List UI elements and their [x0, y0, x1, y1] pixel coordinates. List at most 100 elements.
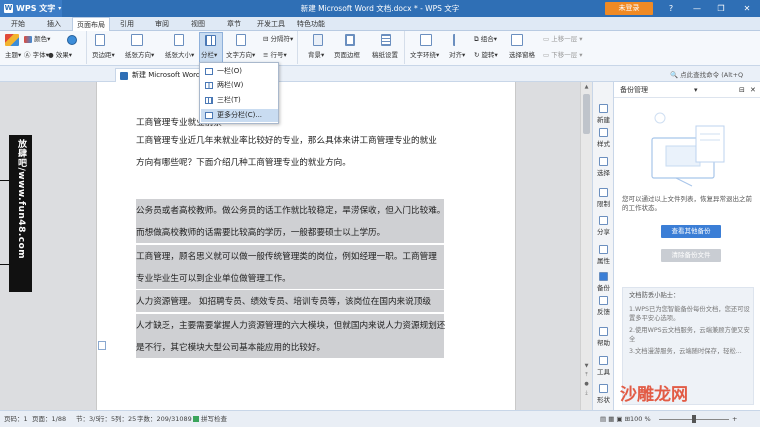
properties-icon	[599, 245, 608, 254]
word-count[interactable]: 字数：209/31089	[137, 411, 192, 427]
columns-button[interactable]: 分栏▾	[201, 51, 217, 60]
status-section: 节：3/5	[76, 415, 100, 423]
shapes-icon	[599, 384, 608, 393]
text-direction-icon	[236, 34, 246, 46]
colors-button[interactable]: 颜色▾	[24, 35, 50, 44]
menu-item-more-columns[interactable]: 更多分栏(C)...	[201, 109, 278, 122]
manuscript-icon	[381, 34, 391, 46]
tab-section[interactable]: 章节	[220, 17, 248, 31]
sidebar-item-help[interactable]: 帮助	[593, 327, 614, 347]
columns-dropdown-menu: 一栏(O) 两栏(W) 三栏(T) 更多分栏(C)...	[199, 62, 279, 124]
text-wrap-button[interactable]: 文字环绕▾	[410, 51, 439, 60]
margins-button[interactable]: 页边距▾	[92, 51, 115, 60]
sidebar-item-style[interactable]: 样式	[593, 128, 614, 148]
login-button[interactable]: 未登录	[605, 2, 653, 15]
doc-line: 专业毕业生可以到企业单位做管理工作。	[136, 274, 291, 284]
lock-icon	[599, 188, 608, 197]
banner-text: 放肆吧/www.fun48.com	[16, 139, 26, 260]
zoom-in-icon[interactable]: +	[732, 411, 737, 427]
command-search[interactable]: 🔍 点此查找命令 (Alt+Q	[670, 69, 743, 79]
page-border-icon	[345, 34, 355, 46]
minimize-button[interactable]: —	[690, 2, 704, 15]
status-page: 页码：1	[4, 415, 28, 423]
tab-references[interactable]: 引用	[113, 17, 141, 31]
doc-line: 工商管理，顾名思义就可以做一般传统管理类的岗位，例如经理一职。工商管理	[136, 252, 437, 262]
doc-line: 是不行，其它模块大型公司基本能应用的比较好。	[136, 343, 326, 353]
columns-icon	[205, 35, 216, 46]
scroll-up-icon[interactable]: ▲	[583, 84, 590, 90]
tab-page-layout[interactable]: 页面布局	[72, 17, 110, 32]
sidebar-item-share[interactable]: 分享	[593, 216, 614, 236]
backup-illustration	[651, 112, 725, 187]
menu-item-two-columns[interactable]: 两栏(W)	[201, 79, 278, 92]
paper-size-icon	[174, 34, 184, 46]
tab-view[interactable]: 视图	[184, 17, 212, 31]
rotate-button[interactable]: ↻ 旋转▾	[474, 51, 498, 60]
status-row: 行：5	[98, 415, 116, 423]
font-icon: Ⓐ	[24, 51, 31, 59]
sidebar-item-backup[interactable]: 备份	[593, 272, 614, 292]
status-pages: 页面：1/88	[32, 415, 67, 423]
view-backups-button[interactable]: 查看其他备份	[661, 225, 721, 238]
sidebar-item-feedback[interactable]: 反馈	[593, 296, 614, 316]
more-columns-icon	[205, 112, 213, 119]
group-button[interactable]: ⧉ 组合▾	[474, 35, 497, 44]
sidebar-item-select[interactable]: 选择	[593, 157, 614, 177]
menu-item-one-column[interactable]: 一栏(O)	[201, 65, 278, 78]
view-mode-icons[interactable]: ▤ ▦ ▣ ⊞	[600, 411, 630, 427]
sidebar-item-shapes[interactable]: 形状	[593, 384, 614, 404]
zoom-slider-thumb[interactable]	[692, 415, 696, 423]
orientation-button[interactable]: 纸张方向▾	[125, 51, 154, 60]
line-numbers-button[interactable]: ≡ 行号▾	[263, 51, 287, 60]
panel-dropdown-icon[interactable]: ▾	[694, 82, 698, 98]
sidebar-item-properties[interactable]: 属性	[593, 245, 614, 265]
theme-button[interactable]: 主题▾	[5, 51, 21, 60]
tab-review[interactable]: 审阅	[148, 17, 176, 31]
vertical-scrollbar[interactable]: ▲ ▼ ⤒ ● ⤓	[580, 82, 592, 410]
zoom-level[interactable]: 100 %	[630, 411, 651, 427]
close-button[interactable]: ✕	[740, 2, 754, 15]
rotate-icon: ↻	[474, 51, 480, 59]
clear-backups-button[interactable]: 清除备份文件	[661, 249, 721, 262]
pin-icon[interactable]: ⊟	[739, 82, 745, 98]
doc-line: 公务员或者高校教师。做公务员的话工作就比较稳定，旱涝保收，但入门比较难。	[136, 206, 446, 216]
sidebar-item-tools[interactable]: 工具	[593, 356, 614, 376]
menu-item-three-columns[interactable]: 三栏(T)	[201, 94, 278, 107]
tab-insert[interactable]: 插入	[40, 17, 68, 31]
effects-large-icon	[67, 35, 77, 45]
effects-button[interactable]: ● 效果▾	[48, 51, 72, 60]
manuscript-button[interactable]: 稿纸设置	[372, 51, 398, 60]
tools-icon	[599, 356, 608, 365]
document-tab[interactable]: 新建 Microsoft Word 文档.docx	[115, 68, 210, 82]
banner-rule	[0, 180, 9, 181]
watermark-banner: 放肆吧/www.fun48.com	[9, 135, 32, 292]
spellcheck-toggle[interactable]: 拼写检查	[201, 411, 227, 427]
ribbon-tab-bar: 开始 插入 页面布局 引用 审阅 视图 章节 开发工具 特色功能	[0, 17, 760, 32]
paper-size-button[interactable]: 纸张大小▾	[165, 51, 194, 60]
background-icon	[313, 34, 323, 46]
background-button[interactable]: 背景▾	[308, 51, 324, 60]
selection-pane-button[interactable]: 选择窗格	[509, 51, 535, 60]
tip-item: 3.文档漫游服务，云端随时保存，轻松...	[629, 348, 742, 355]
breaks-button[interactable]: ⊟ 分隔符▾	[263, 35, 293, 44]
sidebar-item-restrict[interactable]: 限制	[593, 188, 614, 208]
fonts-button[interactable]: Ⓐ 字体▾	[24, 51, 49, 60]
bring-forward-button[interactable]: ▭ 上移一层 ▾	[543, 35, 583, 44]
panel-title: 备份管理	[620, 86, 648, 94]
close-panel-icon[interactable]: ✕	[750, 82, 756, 98]
help-icon[interactable]: ?	[664, 2, 678, 15]
page-border-button[interactable]: 页面边框	[334, 51, 360, 60]
maximize-button[interactable]: ❐	[714, 2, 728, 15]
tab-home[interactable]: 开始	[4, 17, 32, 31]
sidebar-item-new[interactable]: 新建	[593, 104, 614, 124]
align-button[interactable]: 对齐▾	[449, 51, 465, 60]
tab-features[interactable]: 特色功能	[292, 17, 330, 31]
paragraph-marker-icon[interactable]	[98, 341, 106, 350]
scroll-nav-icons[interactable]: ▼ ⤒ ● ⤓	[583, 362, 590, 398]
send-backward-button[interactable]: ▭ 下移一层 ▾	[543, 51, 583, 60]
document-tab-bar: 新建 Microsoft Word 文档.docx 🔍 点此查找命令 (Alt+…	[0, 66, 760, 82]
text-direction-button[interactable]: 文字方向▾	[226, 51, 255, 60]
scroll-thumb[interactable]	[583, 94, 590, 134]
backup-panel: 备份管理 ▾ ⊟ ✕ 您可以通过以上文件列表，恢复异常退出之前的工作状态。 查看…	[614, 82, 760, 410]
tab-developer[interactable]: 开发工具	[252, 17, 290, 31]
